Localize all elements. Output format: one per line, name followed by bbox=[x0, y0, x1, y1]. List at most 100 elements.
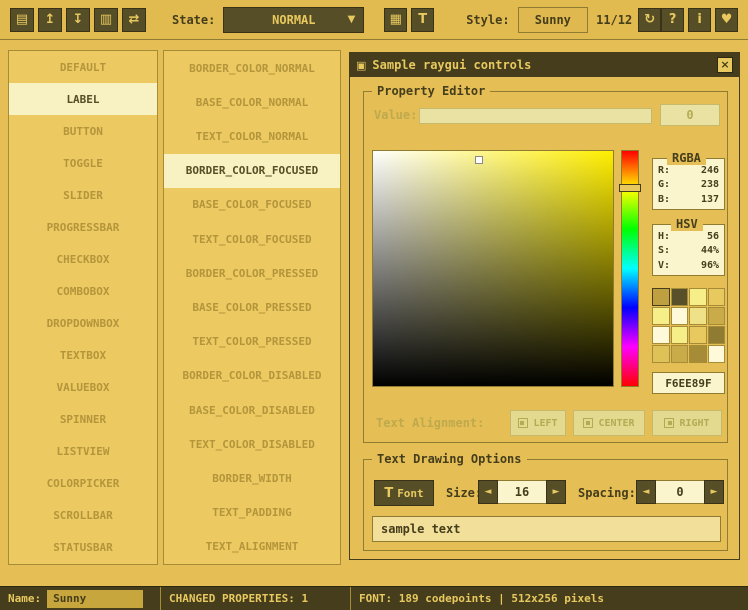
color-swatch[interactable] bbox=[689, 288, 707, 306]
color-swatch[interactable] bbox=[652, 288, 670, 306]
hsv-row-h: H:56 bbox=[658, 230, 719, 244]
size-label: Size: bbox=[446, 486, 482, 500]
list-item-colorpicker[interactable]: COLORPICKER bbox=[9, 468, 157, 500]
list-item-spinner[interactable]: SPINNER bbox=[9, 404, 157, 436]
list-item-combobox[interactable]: COMBOBOX bbox=[9, 275, 157, 307]
list-item-checkbox[interactable]: CHECKBOX bbox=[9, 243, 157, 275]
sample-text-box[interactable]: sample text bbox=[372, 516, 721, 542]
list-item-progressbar[interactable]: PROGRESSBAR bbox=[9, 211, 157, 243]
sample-text-value: sample text bbox=[381, 522, 460, 536]
color-swatch[interactable] bbox=[708, 307, 726, 325]
load-style-button[interactable]: ↥ bbox=[38, 8, 62, 32]
list-item-border_color_focused[interactable]: BORDER_COLOR_FOCUSED bbox=[164, 154, 340, 188]
list-item-text_color_disabled[interactable]: TEXT_COLOR_DISABLED bbox=[164, 427, 340, 461]
help-button[interactable]: ? bbox=[661, 8, 684, 32]
size-value[interactable]: 16 bbox=[498, 480, 546, 504]
value-box-text: 0 bbox=[686, 108, 693, 122]
export-style-button[interactable]: ▥ bbox=[94, 8, 118, 32]
sponsor-button[interactable]: ♥ bbox=[715, 8, 738, 32]
list-item-default[interactable]: DEFAULT bbox=[9, 51, 157, 83]
changed-properties-text: CHANGED PROPERTIES: 1 bbox=[169, 592, 308, 605]
list-item-textbox[interactable]: TEXTBOX bbox=[9, 340, 157, 372]
hex-value-box[interactable]: F6EE89F bbox=[652, 372, 725, 394]
style-index: 11/12 bbox=[596, 13, 632, 27]
list-item-base_color_focused[interactable]: BASE_COLOR_FOCUSED bbox=[164, 188, 340, 222]
list-item-border_width[interactable]: BORDER_WIDTH bbox=[164, 461, 340, 495]
color-swatch[interactable] bbox=[671, 326, 689, 344]
list-item-statusbar[interactable]: STATUSBAR bbox=[9, 532, 157, 564]
info-button[interactable]: i bbox=[688, 8, 711, 32]
spacing-increment-button[interactable]: ► bbox=[704, 480, 724, 504]
list-item-listview[interactable]: LISTVIEW bbox=[9, 436, 157, 468]
align-center-button[interactable]: CENTER bbox=[573, 410, 645, 436]
color-swatch[interactable] bbox=[671, 307, 689, 325]
state-dropdown-value: NORMAL bbox=[272, 13, 315, 27]
list-item-text_color_pressed[interactable]: TEXT_COLOR_PRESSED bbox=[164, 325, 340, 359]
size-increment-button[interactable]: ► bbox=[546, 480, 566, 504]
sample-controls-window: ▣ Sample raygui controls × Property Edit… bbox=[349, 52, 740, 560]
grid-icon: ▦ bbox=[390, 12, 402, 27]
list-item-label[interactable]: LABEL bbox=[9, 83, 157, 115]
list-item-base_color_disabled[interactable]: BASE_COLOR_DISABLED bbox=[164, 393, 340, 427]
state-label: State: bbox=[172, 13, 215, 27]
hue-slider[interactable] bbox=[619, 184, 641, 192]
font-settings-button[interactable]: T bbox=[411, 8, 434, 32]
color-swatch[interactable] bbox=[708, 288, 726, 306]
color-picker-panel[interactable] bbox=[372, 150, 614, 387]
align-left-button[interactable]: LEFT bbox=[510, 410, 566, 436]
color-swatch[interactable] bbox=[671, 345, 689, 363]
style-reload-button[interactable]: ↻ bbox=[638, 8, 661, 32]
font-button[interactable]: T Font bbox=[374, 480, 434, 506]
color-swatch[interactable] bbox=[689, 326, 707, 344]
color-swatch[interactable] bbox=[652, 345, 670, 363]
value-box[interactable]: 0 bbox=[660, 104, 720, 126]
color-swatch[interactable] bbox=[708, 345, 726, 363]
list-item-text_alignment[interactable]: TEXT_ALIGNMENT bbox=[164, 530, 340, 564]
random-style-button[interactable]: ⇄ bbox=[122, 8, 146, 32]
list-item-text_color_focused[interactable]: TEXT_COLOR_FOCUSED bbox=[164, 222, 340, 256]
spacing-label: Spacing: bbox=[578, 486, 636, 500]
list-item-dropdownbox[interactable]: DROPDOWNBOX bbox=[9, 308, 157, 340]
value-slider[interactable] bbox=[419, 108, 652, 124]
align-right-button[interactable]: RIGHT bbox=[652, 410, 722, 436]
save-style-button[interactable]: ↧ bbox=[66, 8, 90, 32]
color-swatch[interactable] bbox=[708, 326, 726, 344]
list-item-scrollbar[interactable]: SCROLLBAR bbox=[9, 500, 157, 532]
list-item-valuebox[interactable]: VALUEBOX bbox=[9, 372, 157, 404]
align-center-label: CENTER bbox=[598, 418, 634, 429]
style-name-input[interactable]: Sunny bbox=[47, 590, 143, 608]
spacing-decrement-button[interactable]: ◄ bbox=[636, 480, 656, 504]
rgba-box: RGBA R:246 G:238 B:137 bbox=[652, 158, 725, 210]
new-style-button[interactable]: ▤ bbox=[10, 8, 34, 32]
hue-bar[interactable] bbox=[621, 150, 639, 387]
color-swatch[interactable] bbox=[652, 307, 670, 325]
close-button[interactable]: × bbox=[717, 57, 733, 73]
size-decrement-button[interactable]: ◄ bbox=[478, 480, 498, 504]
state-dropdown[interactable]: NORMAL ▼ bbox=[223, 7, 364, 33]
spacing-value[interactable]: 0 bbox=[656, 480, 704, 504]
style-name-button[interactable]: Sunny bbox=[518, 7, 589, 33]
list-item-slider[interactable]: SLIDER bbox=[9, 179, 157, 211]
list-item-button[interactable]: BUTTON bbox=[9, 115, 157, 147]
list-item-text_padding[interactable]: TEXT_PADDING bbox=[164, 496, 340, 530]
list-item-base_color_normal[interactable]: BASE_COLOR_NORMAL bbox=[164, 85, 340, 119]
color-swatch[interactable] bbox=[689, 345, 707, 363]
list-item-toggle[interactable]: TOGGLE bbox=[9, 147, 157, 179]
style-table-button[interactable]: ▦ bbox=[384, 8, 407, 32]
align-left-label: LEFT bbox=[533, 418, 557, 429]
size-spinner: ◄ 16 ► bbox=[478, 480, 566, 504]
color-swatch[interactable] bbox=[689, 307, 707, 325]
list-item-border_color_disabled[interactable]: BORDER_COLOR_DISABLED bbox=[164, 359, 340, 393]
color-swatch[interactable] bbox=[652, 326, 670, 344]
list-item-text_color_normal[interactable]: TEXT_COLOR_NORMAL bbox=[164, 119, 340, 153]
close-icon: × bbox=[720, 58, 729, 71]
window-titlebar[interactable]: ▣ Sample raygui controls × bbox=[350, 53, 739, 77]
color-picker-cursor[interactable] bbox=[475, 156, 483, 164]
color-swatch[interactable] bbox=[671, 288, 689, 306]
list-item-border_color_normal[interactable]: BORDER_COLOR_NORMAL bbox=[164, 51, 340, 85]
list-item-border_color_pressed[interactable]: BORDER_COLOR_PRESSED bbox=[164, 256, 340, 290]
align-right-label: RIGHT bbox=[679, 418, 709, 429]
list-item-base_color_pressed[interactable]: BASE_COLOR_PRESSED bbox=[164, 290, 340, 324]
value-label: Value: bbox=[374, 108, 417, 122]
color-swatch-grid bbox=[652, 288, 725, 363]
